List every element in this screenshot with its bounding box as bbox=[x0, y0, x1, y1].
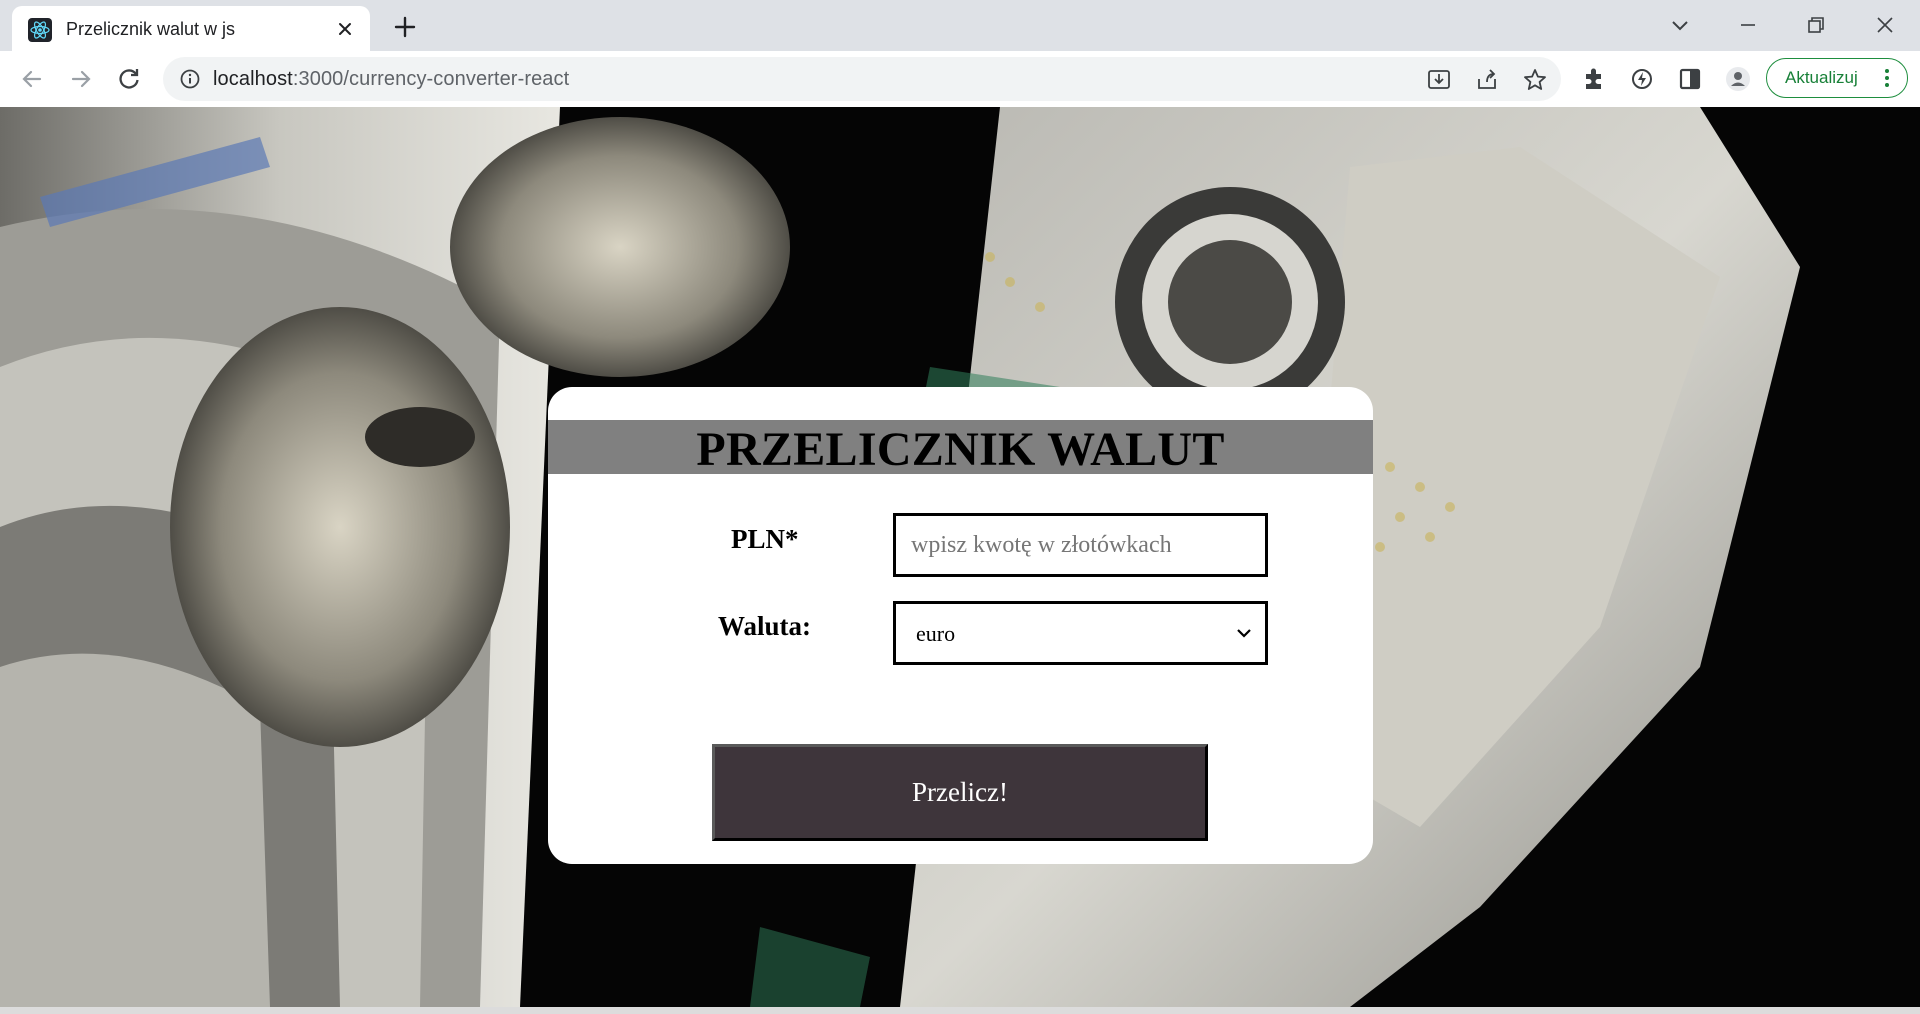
convert-button-label: Przelicz! bbox=[912, 777, 1008, 807]
currency-select[interactable]: euro bbox=[893, 601, 1268, 665]
page-title: PRZELICZNIK WALUT bbox=[696, 423, 1225, 476]
minimize-icon[interactable] bbox=[1733, 10, 1763, 40]
back-icon[interactable] bbox=[18, 65, 46, 93]
convert-button[interactable]: Przelicz! bbox=[712, 744, 1208, 841]
bottom-edge bbox=[0, 1007, 1920, 1014]
extensions-icon[interactable] bbox=[1580, 65, 1608, 93]
reload-icon[interactable] bbox=[115, 65, 143, 93]
amount-label: PLN* bbox=[731, 524, 799, 554]
tab-strip: Przelicznik walut w js bbox=[0, 0, 1920, 51]
bookmark-star-icon[interactable] bbox=[1522, 67, 1548, 93]
new-tab-icon[interactable] bbox=[391, 13, 419, 41]
profile-avatar-icon[interactable] bbox=[1724, 65, 1752, 93]
update-label: Aktualizuj bbox=[1785, 68, 1858, 87]
browser-tab[interactable]: Przelicznik walut w js bbox=[12, 6, 370, 51]
site-info-icon[interactable] bbox=[179, 68, 201, 90]
chevron-down-icon bbox=[1237, 629, 1251, 638]
share-icon[interactable] bbox=[1474, 67, 1500, 93]
install-app-icon[interactable] bbox=[1426, 67, 1452, 93]
browser-toolbar: localhost:3000/currency-converter-react … bbox=[0, 51, 1920, 107]
url-host: localhost bbox=[213, 68, 293, 90]
url-text[interactable]: localhost:3000/currency-converter-react bbox=[213, 68, 569, 91]
restore-icon[interactable] bbox=[1801, 10, 1831, 40]
tab-search-icon[interactable] bbox=[1665, 10, 1695, 40]
more-menu-icon[interactable] bbox=[1877, 67, 1897, 89]
page-viewport: PRZELICZNIK WALUT PLN* Waluta: euro Prze… bbox=[0, 107, 1920, 1007]
close-window-icon[interactable] bbox=[1870, 10, 1900, 40]
update-button[interactable]: Aktualizuj bbox=[1766, 58, 1908, 98]
currency-selected-value: euro bbox=[916, 621, 956, 646]
react-logo-icon bbox=[28, 18, 52, 42]
currency-label: Waluta: bbox=[718, 611, 812, 641]
url-path: :3000/currency-converter-react bbox=[292, 68, 570, 90]
close-tab-icon[interactable] bbox=[334, 18, 356, 40]
converter-card: PRZELICZNIK WALUT PLN* Waluta: euro Prze… bbox=[548, 387, 1373, 864]
performance-icon[interactable] bbox=[1628, 65, 1656, 93]
amount-input[interactable] bbox=[893, 513, 1268, 577]
address-bar[interactable]: localhost:3000/currency-converter-react bbox=[163, 57, 1561, 101]
forward-icon[interactable] bbox=[67, 65, 95, 93]
tab-title: Przelicznik walut w js bbox=[66, 19, 236, 39]
side-panel-icon[interactable] bbox=[1676, 65, 1704, 93]
